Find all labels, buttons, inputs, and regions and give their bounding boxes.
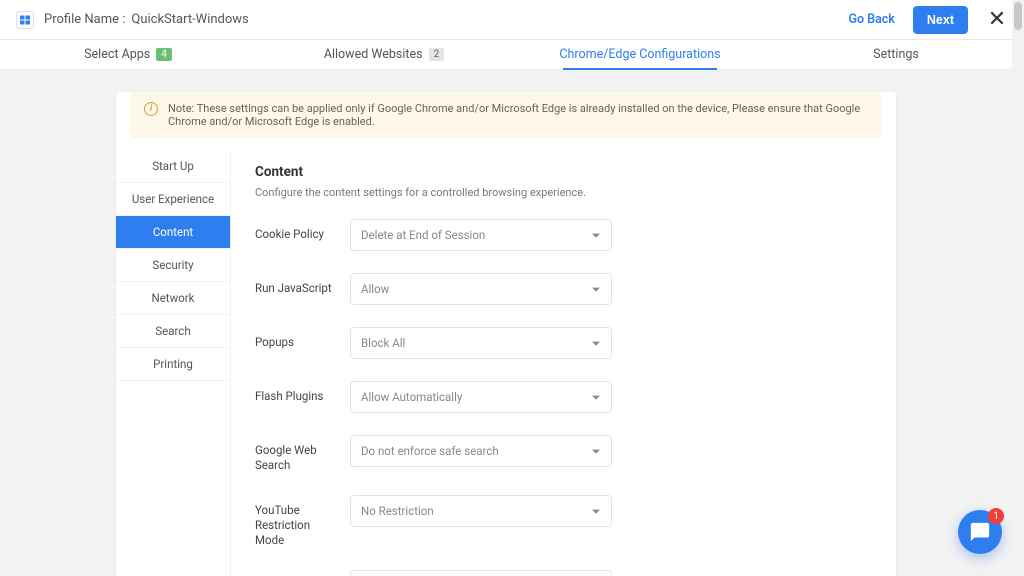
tab-label: Allowed Websites [324, 47, 423, 62]
select-cookie-policy[interactable]: Delete at End of Session [350, 219, 612, 251]
tab-select-apps[interactable]: Select Apps 4 [0, 40, 256, 69]
chat-icon [969, 521, 991, 543]
windows-icon [16, 11, 34, 29]
sidenav-item-content[interactable]: Content [116, 216, 230, 249]
tab-bar: Select Apps 4 Allowed Websites 2 Chrome/… [0, 40, 1024, 70]
tab-label: Settings [873, 47, 919, 62]
chat-badge: 1 [988, 508, 1004, 524]
sidenav-item-user-experience[interactable]: User Experience [116, 183, 230, 216]
close-icon[interactable]: ✕ [986, 9, 1008, 31]
page-scroll-area[interactable]: Note: These settings can be applied only… [0, 70, 1012, 576]
tab-chrome-edge-config[interactable]: Chrome/Edge Configurations [512, 40, 768, 69]
setting-cookie-policy: Cookie Policy Delete at End of Session [255, 219, 872, 251]
chat-button[interactable]: 1 [958, 510, 1002, 554]
content-pane: Content Configure the content settings f… [231, 150, 896, 576]
sidenav-item-search[interactable]: Search [116, 315, 230, 348]
sidenav-item-network[interactable]: Network [116, 282, 230, 315]
sidenav-item-startup[interactable]: Start Up [116, 150, 230, 183]
content-title: Content [255, 164, 872, 180]
go-back-link[interactable]: Go Back [848, 12, 894, 27]
setting-label: Google Web Search [255, 435, 350, 473]
setting-label: Flash Plugins [255, 381, 350, 404]
side-nav: Start Up User Experience Content Securit… [116, 150, 231, 576]
notice-banner: Note: These settings can be applied only… [130, 92, 882, 138]
select-run-javascript[interactable]: Allow [350, 273, 612, 305]
scrollbar-thumb[interactable] [1014, 2, 1022, 30]
setting-extend-allowed-websites: Extend Allowed Websites List Rules Allow… [255, 570, 872, 576]
sidenav-item-security[interactable]: Security [116, 249, 230, 282]
setting-label: Cookie Policy [255, 219, 350, 242]
setting-flash-plugins: Flash Plugins Allow Automatically [255, 381, 872, 413]
tab-badge: 4 [156, 48, 172, 61]
tab-allowed-websites[interactable]: Allowed Websites 2 [256, 40, 512, 69]
profile-label: Profile Name : [44, 12, 125, 27]
setting-popups: Popups Block All [255, 327, 872, 359]
select-youtube-restriction[interactable]: No Restriction [350, 495, 612, 527]
select-flash-plugins[interactable]: Allow Automatically [350, 381, 612, 413]
config-card: Note: These settings can be applied only… [116, 92, 896, 576]
setting-label: Popups [255, 327, 350, 350]
select-google-web-search[interactable]: Do not enforce safe search [350, 435, 612, 467]
info-icon [144, 102, 158, 116]
content-description: Configure the content settings for a con… [255, 186, 872, 199]
setting-google-web-search: Google Web Search Do not enforce safe se… [255, 435, 872, 473]
vertical-scrollbar[interactable] [1012, 0, 1024, 576]
select-popups[interactable]: Block All [350, 327, 612, 359]
tab-badge: 2 [429, 48, 445, 61]
sidenav-item-printing[interactable]: Printing [116, 348, 230, 381]
setting-label: Run JavaScript [255, 273, 350, 296]
setting-youtube-restriction: YouTube Restriction Mode No Restriction [255, 495, 872, 548]
top-bar: Profile Name : QuickStart-Windows Go Bac… [0, 0, 1024, 40]
tab-label: Select Apps [84, 47, 150, 62]
setting-run-javascript: Run JavaScript Allow [255, 273, 872, 305]
next-button[interactable]: Next [913, 6, 968, 34]
tab-settings[interactable]: Settings [768, 40, 1024, 69]
notice-text: Note: These settings can be applied only… [168, 102, 868, 128]
profile-name: QuickStart-Windows [131, 12, 248, 27]
select-extend-allowed-websites[interactable]: Allow only the URLs enabled in Allowed W… [350, 570, 612, 576]
tab-label: Chrome/Edge Configurations [559, 47, 720, 62]
setting-label: Extend Allowed Websites List Rules [255, 570, 350, 576]
setting-label: YouTube Restriction Mode [255, 495, 350, 548]
